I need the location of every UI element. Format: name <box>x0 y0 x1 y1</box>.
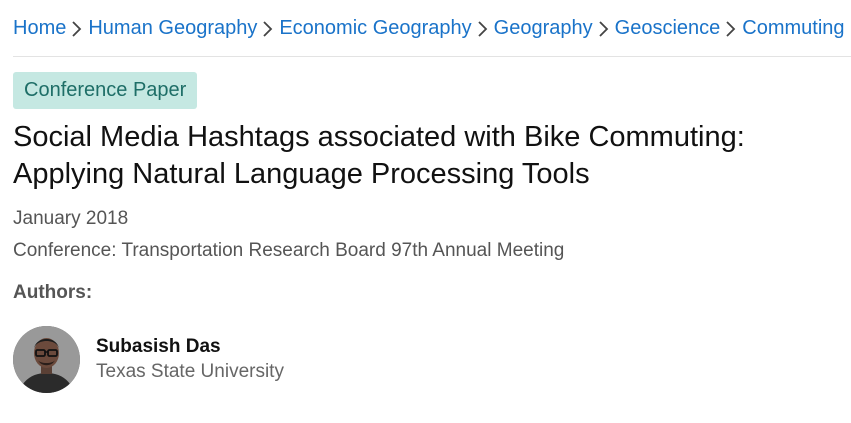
chevron-right-icon <box>593 18 615 38</box>
breadcrumb-home[interactable]: Home <box>13 17 66 40</box>
author-info: Subasish Das Texas State University <box>96 335 284 385</box>
chevron-right-icon <box>66 18 88 38</box>
chevron-right-icon <box>257 18 279 38</box>
breadcrumb-geography[interactable]: Geography <box>494 17 593 40</box>
author-affiliation: Texas State University <box>96 360 284 382</box>
chevron-right-icon <box>720 18 742 38</box>
chevron-right-icon <box>472 18 494 38</box>
breadcrumb-economic-geography[interactable]: Economic Geography <box>279 17 471 40</box>
breadcrumb: Home Human Geography Economic Geography … <box>13 15 845 41</box>
authors-heading: Authors: <box>13 282 93 303</box>
conference-info: Conference: Transportation Research Boar… <box>13 240 565 261</box>
publication-date: January 2018 <box>13 208 129 229</box>
breadcrumb-geoscience[interactable]: Geoscience <box>615 17 721 40</box>
author-name[interactable]: Subasish Das <box>96 335 284 359</box>
publication-type-badge: Conference Paper <box>13 72 198 109</box>
author-card[interactable]: Subasish Das Texas State University <box>13 326 284 393</box>
divider <box>13 56 851 57</box>
avatar[interactable] <box>13 326 80 393</box>
page-title: Social Media Hashtags associated with Bi… <box>13 121 745 190</box>
author-photo-icon <box>13 326 80 393</box>
breadcrumb-human-geography[interactable]: Human Geography <box>88 17 257 40</box>
breadcrumb-commuting[interactable]: Commuting <box>742 17 844 40</box>
